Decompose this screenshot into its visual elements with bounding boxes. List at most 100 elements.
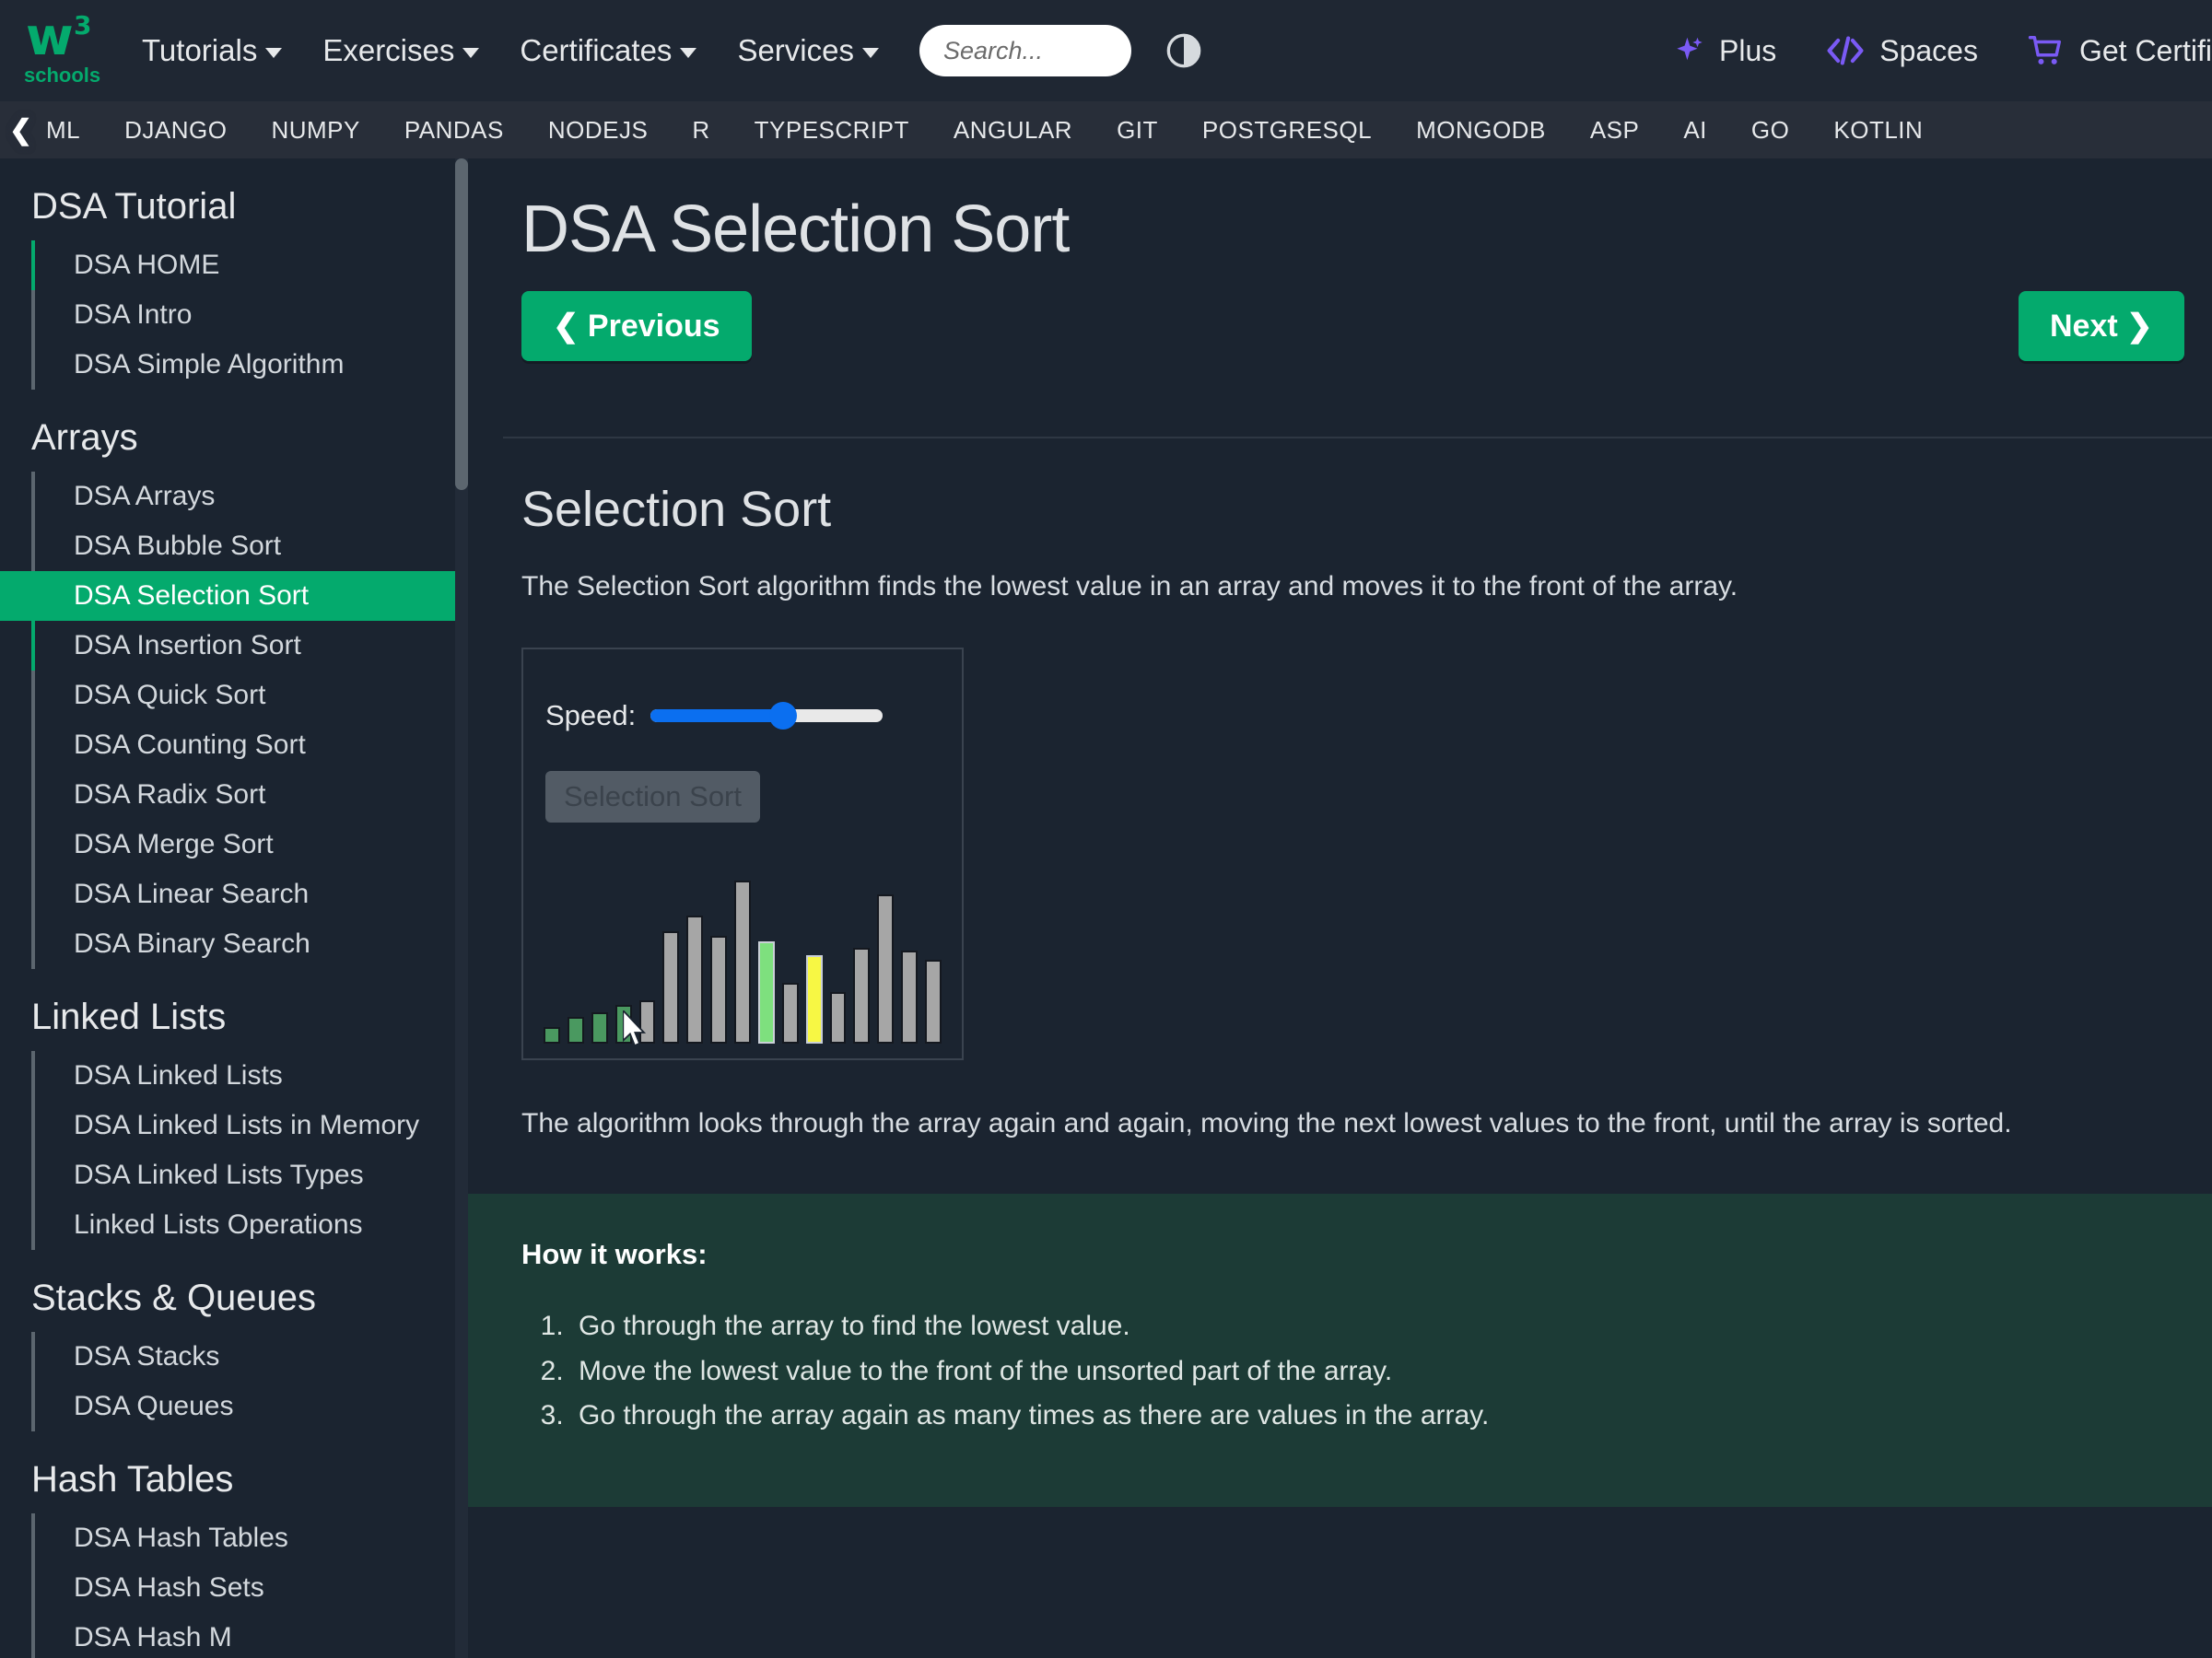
sidebar-item-dsa-bubble-sort[interactable]: DSA Bubble Sort xyxy=(31,521,461,571)
how-it-works-step: Go through the array again as many times… xyxy=(571,1394,2212,1439)
subnav-item-angular[interactable]: ANGULAR xyxy=(931,116,1094,145)
speed-slider-fill xyxy=(650,709,783,722)
sidebar-item-label: Linked Lists Operations xyxy=(74,1209,363,1240)
subnav-item-go[interactable]: GO xyxy=(1729,116,1811,145)
sidebar-item-dsa-counting-sort[interactable]: DSA Counting Sort xyxy=(31,720,461,770)
sidebar-group: DSA Stacks DSA Queues xyxy=(0,1332,461,1431)
nav-item-services[interactable]: Services xyxy=(717,26,899,76)
sidebar-item-dsa-linked-lists-types[interactable]: DSA Linked Lists Types xyxy=(31,1150,461,1200)
speed-slider[interactable] xyxy=(650,702,884,730)
subnav-item-typescript[interactable]: TYPESCRIPT xyxy=(732,116,931,145)
subnav-item-kotlin[interactable]: KOTLIN xyxy=(1811,116,1945,145)
nav-item-tutorials[interactable]: Tutorials xyxy=(122,26,302,76)
intro-paragraph: The Selection Sort algorithm finds the l… xyxy=(521,571,1738,601)
sort-bar xyxy=(734,880,751,1044)
sidebar-item-label: DSA Radix Sort xyxy=(74,779,266,810)
next-button[interactable]: Next ❯ xyxy=(2019,291,2184,361)
sidebar-item-dsa-radix-sort[interactable]: DSA Radix Sort xyxy=(31,770,461,820)
sort-bar xyxy=(544,1027,560,1044)
spaces-link-label: Spaces xyxy=(1879,33,1978,67)
sidebar-item-label: DSA Insertion Sort xyxy=(74,630,301,660)
sidebar-item-dsa-arrays[interactable]: DSA Arrays xyxy=(31,472,461,521)
sidebar-item-dsa-stacks[interactable]: DSA Stacks xyxy=(31,1332,461,1382)
how-it-works-steps: Go through the array to find the lowest … xyxy=(521,1304,2212,1439)
mouse-cursor-icon xyxy=(623,1010,647,1047)
subnav-item-numpy[interactable]: NUMPY xyxy=(249,116,381,145)
get-certified-link[interactable]: Get Certifi xyxy=(2026,33,2212,68)
sort-bar xyxy=(781,983,799,1044)
sidebar-item-dsa-linear-search[interactable]: DSA Linear Search xyxy=(31,870,461,919)
nav-item-certificates-label: Certificates xyxy=(520,33,673,67)
spaces-link[interactable]: Spaces xyxy=(1824,33,1978,68)
subnav-item-django[interactable]: DJANGO xyxy=(102,116,249,145)
subnav-scroll-left-icon[interactable]: ❮ xyxy=(9,101,32,158)
how-it-works-box: How it works: Go through the array to fi… xyxy=(468,1194,2212,1507)
sidebar-item-dsa-intro[interactable]: DSA Intro xyxy=(31,290,461,340)
subnav-item-nodejs[interactable]: NODEJS xyxy=(526,116,670,145)
sort-bar xyxy=(662,931,680,1044)
how-it-works-step: Go through the array to find the lowest … xyxy=(571,1304,2212,1349)
subnav-item-asp[interactable]: ASP xyxy=(1568,116,1662,145)
sidebar-item-dsa-insertion-sort[interactable]: DSA Insertion Sort xyxy=(31,621,461,671)
sidebar-item-label: DSA Arrays xyxy=(74,481,216,511)
sidebar-item-label: DSA Bubble Sort xyxy=(74,531,282,561)
subnav-item-ml[interactable]: ML xyxy=(26,116,102,145)
how-it-works-title: How it works: xyxy=(521,1238,708,1270)
plus-link-label: Plus xyxy=(1718,33,1777,67)
sidebar-item-label: DSA Linked Lists Types xyxy=(74,1160,364,1190)
sort-bar xyxy=(686,915,704,1044)
sidebar-group: DSA Arrays DSA Bubble Sort DSA Selection S… xyxy=(0,472,461,969)
sidebar-item-dsa-merge-sort[interactable]: DSA Merge Sort xyxy=(31,820,461,870)
run-selection-sort-button[interactable]: Selection Sort xyxy=(545,771,760,823)
sort-animation-widget[interactable]: Speed: Selection Sort xyxy=(521,648,964,1060)
sidebar-scrollbar-thumb[interactable] xyxy=(455,158,468,490)
plus-link[interactable]: Plus xyxy=(1671,33,1776,68)
w3schools-logo[interactable]: w 3 schools xyxy=(22,10,100,89)
search-input[interactable] xyxy=(941,35,1276,66)
nav-item-certificates[interactable]: Certificates xyxy=(499,26,717,76)
nav-item-exercises[interactable]: Exercises xyxy=(302,26,499,76)
sort-bar xyxy=(853,948,871,1044)
subnav-item-mongodb[interactable]: MONGODB xyxy=(1394,116,1568,145)
shopping-cart-icon xyxy=(2028,36,2061,64)
sidebar-scrollbar[interactable] xyxy=(455,158,468,1658)
chevron-down-icon xyxy=(861,47,879,58)
subnav-item-postgresql[interactable]: POSTGRESQL xyxy=(1180,116,1394,145)
subnav-item-git[interactable]: GIT xyxy=(1094,116,1180,145)
sidebar-item-dsa-selection-sort[interactable]: DSA Selection Sort xyxy=(0,571,461,621)
nav-item-services-label: Services xyxy=(737,33,854,67)
speed-slider-thumb[interactable] xyxy=(768,702,797,730)
sidebar-heading-stacks-queues: Stacks & Queues xyxy=(31,1278,317,1318)
sidebar-item-dsa-hash-m[interactable]: DSA Hash M xyxy=(31,1613,461,1658)
sidebar-item-label: DSA Hash M xyxy=(74,1622,232,1652)
sidebar-item-dsa-quick-sort[interactable]: DSA Quick Sort xyxy=(31,671,461,720)
sidebar-item-label: DSA Linked Lists xyxy=(74,1060,283,1091)
sidebar-item-label: DSA Counting Sort xyxy=(74,730,306,760)
sidebar-item-dsa-queues[interactable]: DSA Queues xyxy=(31,1382,461,1431)
sidebar-item-dsa-hash-tables[interactable]: DSA Hash Tables xyxy=(31,1513,461,1563)
sidebar-rail-active-segment xyxy=(31,621,35,671)
sort-bar xyxy=(805,954,823,1044)
main-nav: Tutorials Exercises Certificates Service… xyxy=(122,26,899,76)
previous-button[interactable]: ❮ Previous xyxy=(521,291,752,361)
sidebar-item-dsa-binary-search[interactable]: DSA Binary Search xyxy=(31,919,461,969)
subnav-item-ai[interactable]: AI xyxy=(1661,116,1729,145)
sidebar-item-dsa-linked-lists-in-memory[interactable]: DSA Linked Lists in Memory xyxy=(31,1101,461,1150)
sidebar-item-label: DSA Linear Search xyxy=(74,879,310,909)
sidebar-heading-arrays: Arrays xyxy=(31,417,138,458)
sidebar-item-label: DSA Intro xyxy=(74,299,193,330)
sidebar-navigation[interactable]: DSA Tutorial DSA HOME DSA Intro DSA Simple … xyxy=(0,158,461,1658)
sidebar-item-dsa-linked-lists[interactable]: DSA Linked Lists xyxy=(31,1051,461,1101)
subnav-item-r[interactable]: R xyxy=(670,116,731,145)
sort-bar xyxy=(877,893,895,1044)
subnav-item-pandas[interactable]: PANDAS xyxy=(382,116,526,145)
sidebar-item-dsa-home[interactable]: DSA HOME xyxy=(31,240,461,290)
sort-bars-chart xyxy=(544,859,942,1044)
header-right-links: Plus Spaces Get Certifi xyxy=(1671,0,2212,101)
sidebar-item-linked-lists-operations[interactable]: Linked Lists Operations xyxy=(31,1200,461,1250)
sidebar-item-dsa-simple-algorithm[interactable]: DSA Simple Algorithm xyxy=(31,340,461,390)
sidebar-item-dsa-hash-sets[interactable]: DSA Hash Sets xyxy=(31,1563,461,1613)
sidebar-item-label: DSA Hash Tables xyxy=(74,1523,288,1553)
search-box[interactable] xyxy=(919,25,1276,76)
sort-bar xyxy=(757,940,775,1044)
